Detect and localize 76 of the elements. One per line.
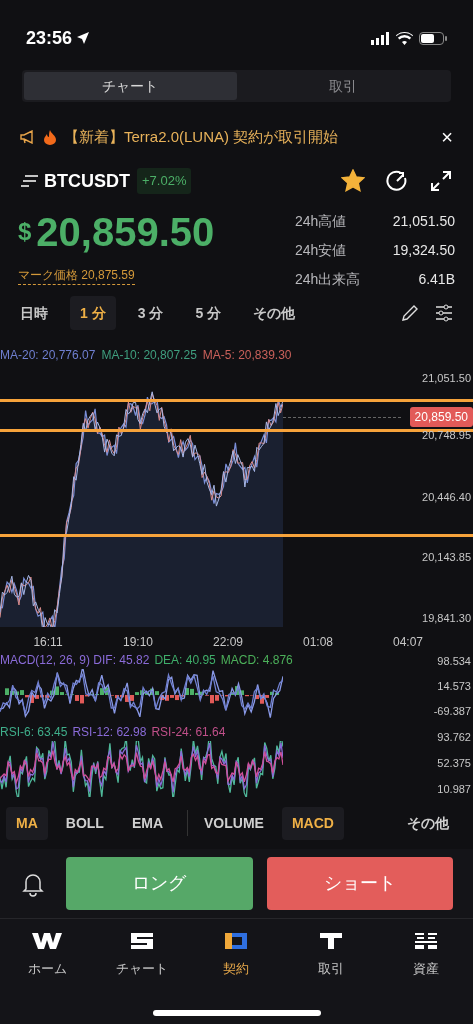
currency-symbol: $: [18, 217, 32, 247]
time-axis-label: 04:07: [392, 634, 424, 651]
nav-tab[interactable]: チャート: [94, 933, 190, 979]
ma-legend: MA-5: 20,839.30: [202, 346, 292, 362]
battery-icon: [419, 31, 447, 45]
star-icon[interactable]: [341, 169, 365, 193]
stat-value: 19,324.50: [392, 241, 455, 260]
announcement-text[interactable]: 【新着】Terra2.0(LUNA) 契約が取引開始: [64, 125, 434, 149]
rsi-legend: RSI-6: 63.45: [0, 723, 68, 741]
time-axis-label: 16:11: [32, 634, 64, 651]
interval-tab[interactable]: 1 分: [70, 296, 116, 330]
ma-legend: MA-20: 20,776.07: [0, 346, 96, 362]
price-axis-label: 20,143.85: [422, 550, 471, 565]
indicator-tab[interactable]: EMA: [121, 806, 173, 840]
pencil-icon[interactable]: [401, 304, 419, 322]
interval-tab[interactable]: 5 分: [185, 296, 232, 330]
short-button[interactable]: ショート: [266, 857, 453, 910]
menu-icon: [20, 174, 38, 188]
indicator-tab[interactable]: MACD: [281, 806, 344, 840]
mark-price[interactable]: マーク価格 20,875.59: [18, 266, 135, 285]
stat-label: 24h出来高: [295, 270, 361, 289]
close-button[interactable]: ×: [441, 127, 453, 147]
price-axis-label: 20,748.95: [422, 428, 471, 443]
macd-legend: DEA: 40.95: [154, 651, 216, 669]
time-axis-label: 19:10: [122, 634, 154, 651]
settings-icon[interactable]: [435, 304, 453, 322]
interval-tab[interactable]: その他: [243, 296, 306, 330]
last-price-tag: 20,859.50: [409, 407, 473, 427]
expand-icon[interactable]: [429, 169, 453, 193]
signal-icon: [371, 31, 390, 45]
megaphone-icon: [20, 130, 36, 144]
macd-legend: MACD(12, 26, 9) DIF: 45.82: [0, 651, 150, 669]
refresh-icon[interactable]: [385, 169, 409, 193]
ma-legend: MA-10: 20,807.25: [101, 346, 197, 362]
interval-tab[interactable]: 3 分: [127, 296, 174, 330]
macd-axis-label: -69.387: [433, 703, 471, 719]
indicator-tab[interactable]: MA: [6, 806, 48, 840]
indicator-tab[interactable]: その他: [397, 806, 459, 840]
indicator-tab[interactable]: VOLUME: [194, 806, 274, 840]
symbol-name[interactable]: BTCUSDT: [44, 167, 130, 195]
indicator-tab[interactable]: BOLL: [55, 806, 114, 840]
fire-icon: [44, 129, 56, 145]
price-axis-label: 19,841.30: [422, 611, 471, 626]
macd-axis-label: 14.573: [437, 678, 471, 694]
view-tab[interactable]: 取引: [236, 72, 449, 100]
macd-legend: MACD: 4.876: [220, 651, 293, 669]
stat-value: 6.41B: [418, 270, 455, 289]
nav-tab[interactable]: ホーム: [0, 933, 95, 979]
time-axis-label: 22:09: [212, 634, 244, 651]
t-logo-icon: [320, 933, 343, 949]
price-axis-label: 20,446.40: [422, 490, 471, 505]
macd-axis-label: 98.534: [437, 654, 471, 669]
clock-time: 23:56: [26, 26, 73, 50]
price-axis-label: 21,051.50: [422, 371, 471, 386]
interval-tab[interactable]: 日時: [10, 296, 58, 330]
view-tab[interactable]: チャート: [24, 72, 237, 100]
rsi-legend: RSI-12: 62.98: [72, 723, 147, 741]
rsi-axis-label: 10.987: [437, 781, 471, 797]
nav-tab[interactable]: 取引: [283, 933, 379, 979]
wifi-icon: [396, 31, 413, 45]
stat-label: 24h高値: [295, 212, 347, 231]
stat-value: 21,051.50: [392, 212, 455, 231]
nav-tab[interactable]: 契約: [189, 933, 284, 979]
time-axis-label: 01:08: [302, 634, 334, 651]
change-percent: +7.02%: [137, 168, 192, 194]
stat-label: 24h安値: [295, 241, 347, 260]
rsi-legend: RSI-24: 61.64: [151, 723, 226, 741]
stacked-bars-icon: [414, 933, 437, 949]
location-arrow-icon: [76, 31, 91, 45]
nav-tab[interactable]: 資産: [378, 933, 473, 979]
w-logo-icon: [32, 933, 63, 949]
rsi-axis-label: 93.762: [437, 730, 471, 745]
bracket-logo-icon: [225, 933, 248, 949]
last-price: 20,859.50: [36, 209, 215, 256]
s-logo-icon: [130, 933, 153, 949]
rsi-axis-label: 52.375: [437, 755, 471, 771]
